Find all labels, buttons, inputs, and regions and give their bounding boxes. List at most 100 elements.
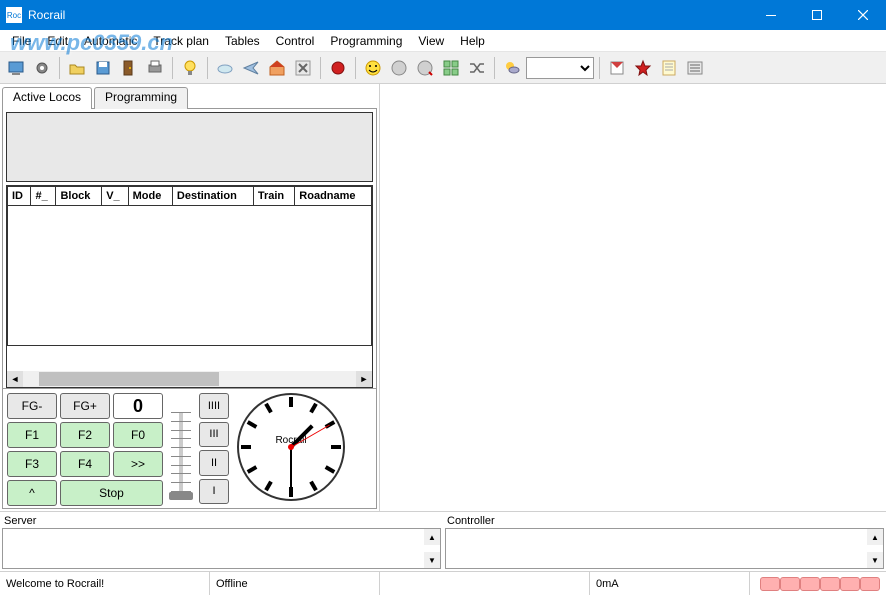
col-mode[interactable]: Mode bbox=[128, 187, 172, 206]
menu-help[interactable]: Help bbox=[452, 32, 493, 50]
menu-control[interactable]: Control bbox=[268, 32, 323, 50]
speed-slider[interactable] bbox=[167, 393, 195, 504]
toolbar-weather-icon[interactable] bbox=[500, 56, 524, 80]
col-train[interactable]: Train bbox=[253, 187, 294, 206]
step-4-button[interactable]: IIII bbox=[199, 393, 229, 419]
scroll-thumb[interactable] bbox=[39, 372, 219, 386]
toolbar-globe1-icon[interactable] bbox=[387, 56, 411, 80]
toolbar-shuffle-icon[interactable] bbox=[465, 56, 489, 80]
main-area: Active Locos Programming ID #_ Block V_ … bbox=[0, 84, 886, 511]
toolbar-record-icon[interactable] bbox=[326, 56, 350, 80]
minute-hand bbox=[290, 447, 292, 489]
menu-automatic[interactable]: Automatic bbox=[76, 32, 145, 50]
controller-log-box[interactable]: ▲ ▼ bbox=[445, 528, 884, 569]
up-button[interactable]: ^ bbox=[7, 480, 57, 506]
left-pane: Active Locos Programming ID #_ Block V_ … bbox=[0, 84, 380, 511]
scroll-up-icon[interactable]: ▲ bbox=[424, 529, 440, 545]
toolbar-save-icon[interactable] bbox=[91, 56, 115, 80]
f3-button[interactable]: F3 bbox=[7, 451, 57, 477]
step-1-button[interactable]: I bbox=[199, 479, 229, 505]
scroll-up-icon[interactable]: ▲ bbox=[867, 529, 883, 545]
analog-clock: Rocrail bbox=[237, 393, 345, 501]
status-connection: Offline bbox=[210, 572, 380, 595]
horizontal-scrollbar[interactable]: ◄ ► bbox=[7, 371, 372, 387]
tab-content: ID #_ Block V_ Mode Destination Train Ro… bbox=[2, 108, 377, 509]
col-block[interactable]: Block bbox=[56, 187, 102, 206]
col-roadname[interactable]: Roadname bbox=[295, 187, 372, 206]
ff-button[interactable]: >> bbox=[113, 451, 163, 477]
toolbar-separator bbox=[59, 57, 60, 79]
track-plan-area[interactable] bbox=[380, 84, 886, 511]
menu-tables[interactable]: Tables bbox=[217, 32, 268, 50]
minimize-button[interactable] bbox=[748, 0, 794, 30]
toolbar-print-icon[interactable] bbox=[143, 56, 167, 80]
col-destination[interactable]: Destination bbox=[172, 187, 253, 206]
toolbar-plane-icon[interactable] bbox=[239, 56, 263, 80]
step-3-button[interactable]: III bbox=[199, 422, 229, 448]
tab-programming[interactable]: Programming bbox=[94, 87, 188, 109]
toolbar-star-icon[interactable] bbox=[631, 56, 655, 80]
toolbar-gear-icon[interactable] bbox=[30, 56, 54, 80]
toolbar-note-icon[interactable] bbox=[657, 56, 681, 80]
toolbar-door-icon[interactable] bbox=[117, 56, 141, 80]
step-2-button[interactable]: II bbox=[199, 450, 229, 476]
scroll-left-icon[interactable]: ◄ bbox=[7, 371, 23, 387]
loco-table: ID #_ Block V_ Mode Destination Train Ro… bbox=[7, 186, 372, 346]
fg-minus-button[interactable]: FG- bbox=[7, 393, 57, 419]
toolbar-cloud-icon[interactable] bbox=[213, 56, 237, 80]
led-indicator bbox=[840, 577, 860, 591]
col-id[interactable]: ID bbox=[8, 187, 31, 206]
toolbar-open-icon[interactable] bbox=[65, 56, 89, 80]
controller-label: Controller bbox=[445, 514, 884, 528]
maximize-button[interactable] bbox=[794, 0, 840, 30]
toolbar-grid-icon[interactable] bbox=[439, 56, 463, 80]
clock-center bbox=[288, 444, 294, 450]
scroll-down-icon[interactable]: ▼ bbox=[867, 552, 883, 568]
scroll-right-icon[interactable]: ► bbox=[356, 371, 372, 387]
toolbar-bulb-icon[interactable] bbox=[178, 56, 202, 80]
led-indicator bbox=[780, 577, 800, 591]
menu-bar: File Edit Automatic Track plan Tables Co… bbox=[0, 30, 886, 52]
status-bar: Welcome to Rocrail! Offline 0mA bbox=[0, 571, 886, 595]
menu-edit[interactable]: Edit bbox=[39, 32, 76, 50]
toolbar-x-icon[interactable] bbox=[291, 56, 315, 80]
menu-programming[interactable]: Programming bbox=[322, 32, 410, 50]
f2-button[interactable]: F2 bbox=[60, 422, 110, 448]
toolbar-home-icon[interactable] bbox=[265, 56, 289, 80]
toolbar-select[interactable] bbox=[526, 57, 594, 79]
menu-trackplan[interactable]: Track plan bbox=[145, 32, 217, 50]
slider-handle[interactable] bbox=[169, 492, 193, 500]
toolbar-separator bbox=[320, 57, 321, 79]
toolbar-separator bbox=[207, 57, 208, 79]
server-label: Server bbox=[2, 514, 441, 528]
menu-view[interactable]: View bbox=[410, 32, 452, 50]
toolbar-globe2-icon[interactable] bbox=[413, 56, 437, 80]
toolbar-book-icon[interactable] bbox=[605, 56, 629, 80]
f0-button[interactable]: F0 bbox=[113, 422, 163, 448]
menu-file[interactable]: File bbox=[4, 32, 39, 50]
toolbar-separator bbox=[494, 57, 495, 79]
fg-plus-button[interactable]: FG+ bbox=[60, 393, 110, 419]
app-icon: Roc bbox=[6, 7, 22, 23]
status-current: 0mA bbox=[590, 572, 750, 595]
toolbar-list-icon[interactable] bbox=[683, 56, 707, 80]
toolbar-computer-icon[interactable] bbox=[4, 56, 28, 80]
toolbar-separator bbox=[599, 57, 600, 79]
title-bar: Roc Rocrail bbox=[0, 0, 886, 30]
toolbar-smiley-icon[interactable] bbox=[361, 56, 385, 80]
f4-button[interactable]: F4 bbox=[60, 451, 110, 477]
col-num[interactable]: #_ bbox=[31, 187, 56, 206]
scroll-down-icon[interactable]: ▼ bbox=[424, 552, 440, 568]
slider-track bbox=[179, 412, 183, 492]
close-button[interactable] bbox=[840, 0, 886, 30]
toolbar-separator bbox=[355, 57, 356, 79]
col-v[interactable]: V_ bbox=[102, 187, 128, 206]
f1-button[interactable]: F1 bbox=[7, 422, 57, 448]
tab-active-locos[interactable]: Active Locos bbox=[2, 87, 92, 109]
loco-preview bbox=[6, 112, 373, 182]
server-log-box[interactable]: ▲ ▼ bbox=[2, 528, 441, 569]
status-leds bbox=[754, 577, 886, 591]
log-area: Server ▲ ▼ Controller ▲ ▼ bbox=[0, 511, 886, 571]
stop-button[interactable]: Stop bbox=[60, 480, 163, 506]
toolbar bbox=[0, 52, 886, 84]
